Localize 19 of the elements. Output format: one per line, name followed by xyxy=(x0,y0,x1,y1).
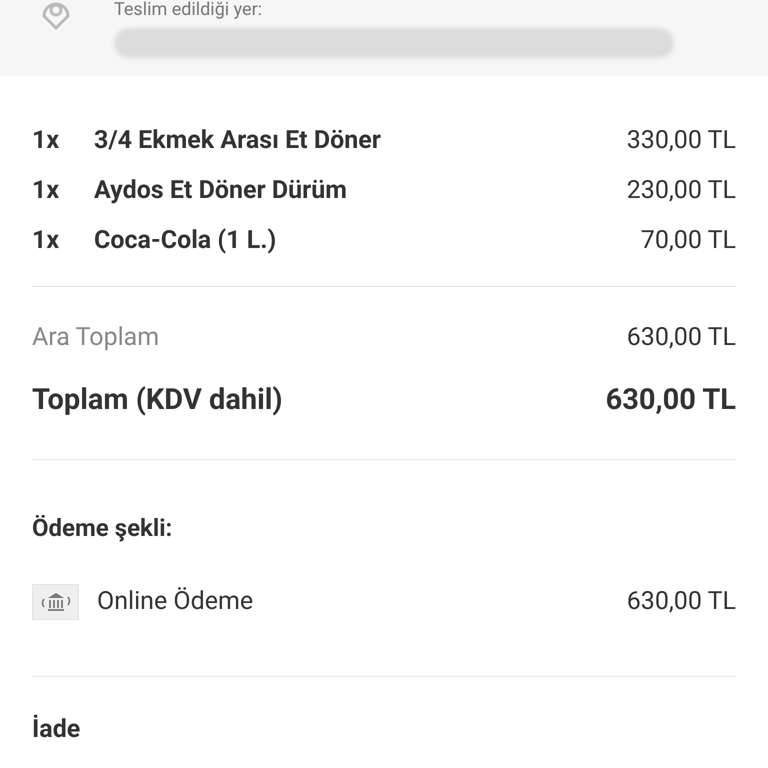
item-name: Coca-Cola (1 L.) xyxy=(94,225,276,258)
delivery-label: Teslim edildiği yer: xyxy=(114,0,264,20)
item-price: 230,00 TL xyxy=(626,175,736,208)
refund-heading: İade xyxy=(32,714,82,746)
item-name: Aydos Et Döner Dürüm xyxy=(94,175,347,208)
subtotal-label: Ara Toplam xyxy=(32,322,160,354)
payment-heading: Ödeme şekli: xyxy=(32,513,174,544)
payment-method: Online Ödeme xyxy=(97,586,254,618)
total-label: Toplam (KDV dahil) xyxy=(32,382,283,420)
item-quantity: 1x xyxy=(32,175,60,208)
item-quantity: 1x xyxy=(32,225,60,258)
item-name: 3/4 Ekmek Arası Et Döner xyxy=(94,125,381,158)
total-value: 630,00 TL xyxy=(606,382,736,420)
item-price: 70,00 TL xyxy=(640,225,736,258)
item-quantity: 1x xyxy=(32,125,60,158)
payment-amount: 630,00 TL xyxy=(626,586,736,618)
item-price: 330,00 TL xyxy=(626,125,736,158)
subtotal-value: 630,00 TL xyxy=(626,322,736,354)
bank-icon xyxy=(32,584,79,620)
